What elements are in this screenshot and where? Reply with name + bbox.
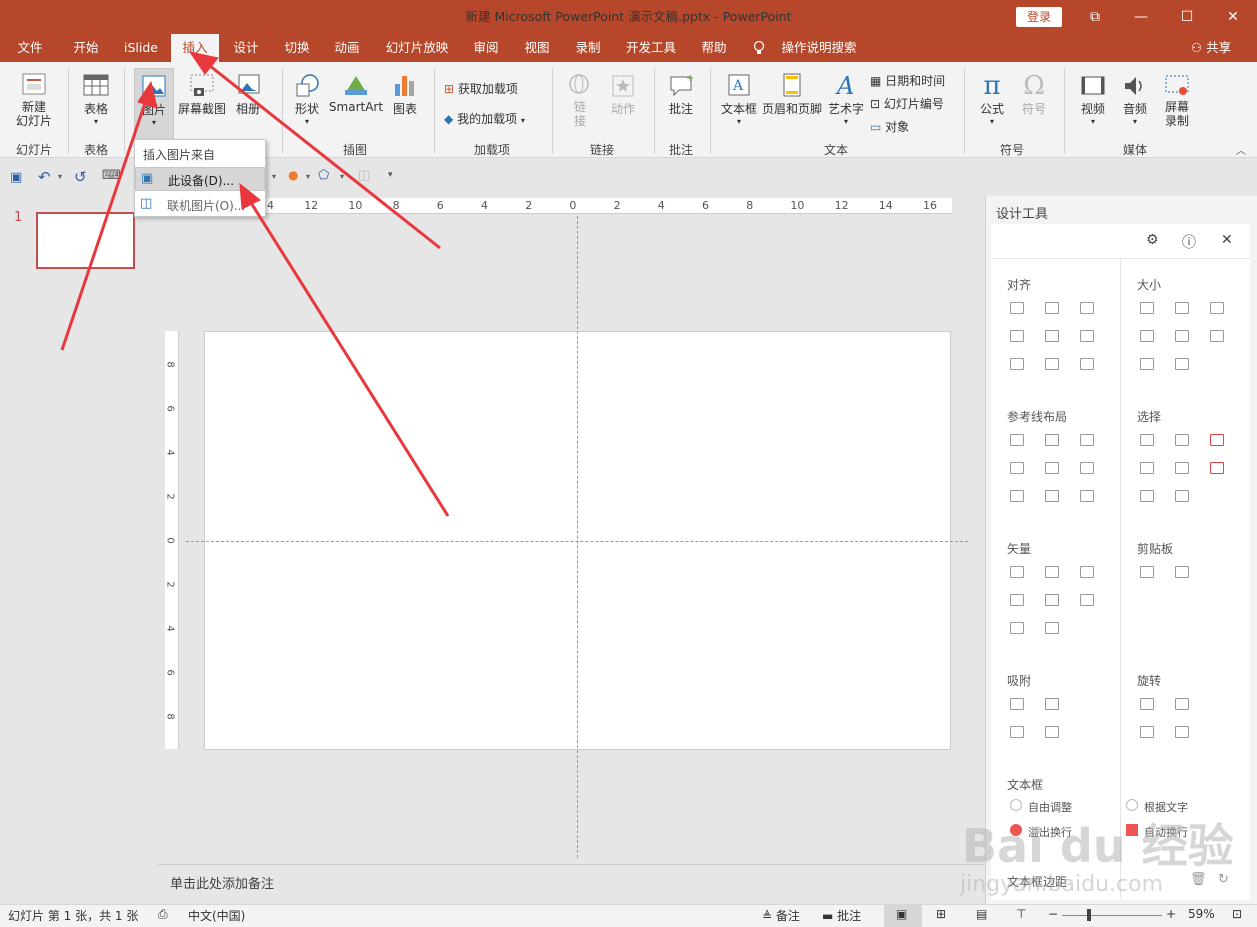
arrowhead-picture-button (137, 80, 158, 109)
arrowhead-this-device (239, 182, 261, 210)
annotation-arrows (60, 51, 450, 517)
arrow-to-this-device (246, 197, 450, 517)
arrow-to-insert-tab (204, 60, 441, 250)
arrow-to-picture-button (60, 99, 148, 351)
